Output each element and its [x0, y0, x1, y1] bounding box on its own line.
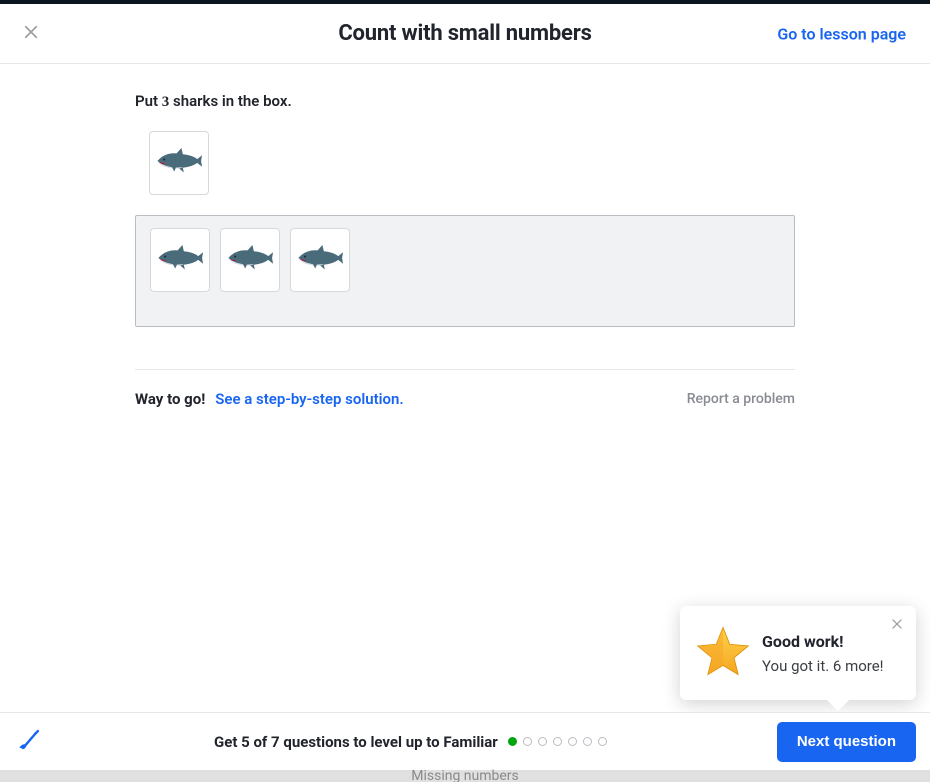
lesson-page-link[interactable]: Go to lesson page	[777, 24, 906, 43]
divider	[135, 369, 795, 370]
progress-dot	[553, 737, 562, 746]
shark-tile[interactable]	[290, 228, 350, 292]
popover-title: Good work!	[762, 632, 884, 651]
exercise-header: Count with small numbers Go to lesson pa…	[0, 4, 930, 64]
answer-box[interactable]	[135, 215, 795, 327]
scratchpad-icon	[16, 727, 42, 757]
progress-dot	[523, 737, 532, 746]
source-area	[135, 129, 795, 197]
progress-dot	[583, 737, 592, 746]
scratchpad-button[interactable]	[14, 727, 44, 757]
report-problem-link[interactable]: Report a problem	[687, 391, 795, 407]
solution-link[interactable]: See a step-by-step solution.	[215, 390, 403, 408]
next-question-button[interactable]: Next question	[777, 722, 916, 762]
close-button[interactable]	[18, 21, 44, 47]
shark-tile[interactable]	[220, 228, 280, 292]
shark-icon	[156, 243, 204, 277]
close-icon	[890, 616, 904, 635]
success-popover: Good work! You got it. 6 more!	[680, 606, 916, 700]
exercise-footer: Get 5 of 7 questions to level up to Fami…	[0, 712, 930, 770]
progress-dot	[568, 737, 577, 746]
popover-text: Good work! You got it. 6 more!	[762, 632, 884, 675]
progress-dot	[598, 737, 607, 746]
prompt-suffix: sharks in the box.	[169, 92, 291, 110]
feedback-row: Way to go! See a step-by-step solution. …	[135, 390, 795, 408]
encouragement-text: Way to go!	[135, 390, 205, 408]
level-up-text: Get 5 of 7 questions to level up to Fami…	[214, 733, 498, 751]
progress-dot	[538, 737, 547, 746]
star-icon	[696, 624, 750, 682]
shark-tile[interactable]	[149, 131, 209, 195]
progress-dots	[508, 737, 607, 746]
prompt-prefix: Put	[135, 92, 162, 110]
exercise-prompt: Put 3 sharks in the box.	[135, 92, 795, 111]
background-hint-text: Missing numbers	[411, 768, 519, 782]
popover-close-button[interactable]	[888, 616, 906, 634]
shark-icon	[226, 243, 274, 277]
shark-tile[interactable]	[150, 228, 210, 292]
shark-icon	[155, 146, 203, 180]
progress-dot	[508, 737, 517, 746]
shark-icon	[296, 243, 344, 277]
popover-subtitle: You got it. 6 more!	[762, 657, 884, 675]
close-icon	[22, 23, 40, 45]
